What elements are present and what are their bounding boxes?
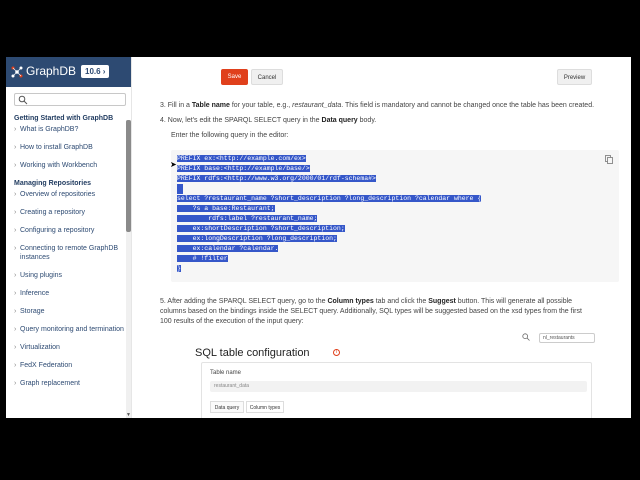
step-5-line-2: columns based on the bindings inside the…	[160, 308, 582, 315]
code-line: ?s a base:Restaurant;	[177, 204, 481, 214]
sql-config-card: Table name restaurant_data Data query Co…	[201, 362, 592, 418]
version-selector[interactable]: 10.6 ›	[81, 65, 110, 78]
repository-chip: nl_restaurants	[539, 333, 595, 343]
code-block[interactable]: PREFIX ex:<http://example.com/ex> PREFIX …	[171, 150, 619, 282]
code-line-text: select ?restaurant_name ?short_descripti…	[177, 195, 482, 202]
step-3-italic: restaurant_data	[292, 102, 342, 109]
step-4-bold: Data query	[321, 117, 358, 124]
code-line: }	[177, 264, 481, 274]
preview-button[interactable]: Preview	[557, 69, 592, 85]
copy-icon[interactable]	[605, 155, 613, 164]
sidebar-item[interactable]: Virtualization	[14, 343, 126, 352]
sidebar-item[interactable]: Overview of repositories	[14, 190, 126, 199]
sidebar-item[interactable]: Configuring a repository	[14, 226, 126, 235]
sql-config-title: SQL table configuration	[195, 347, 310, 359]
code-line-text: ex:longDescription ?long_description;	[177, 235, 337, 242]
search-box[interactable]	[14, 93, 126, 106]
code-line-text: ?s a base:Restaurant;	[177, 205, 275, 212]
code-line: ex:longDescription ?long_description;	[177, 234, 481, 244]
sidebar-item[interactable]: What is GraphDB?	[14, 125, 126, 134]
sidebar-section-title[interactable]: Getting Started with GraphDB	[14, 114, 126, 123]
step-5-bold-2: Suggest	[428, 298, 456, 305]
step-4-suffix: body.	[357, 117, 377, 124]
table-name-label: Table name	[210, 370, 242, 376]
step-5-text: 5. After adding the SPARQL SELECT query,…	[160, 297, 630, 327]
code-line: ex:calendar ?calendar.	[177, 244, 481, 254]
brand-header: GraphDB 10.6 ›	[6, 57, 131, 87]
sidebar-item[interactable]: Connecting to remote GraphDB instances	[14, 244, 126, 262]
code-line-text: PREFIX rdfs:<http://www.w3.org/2000/01/r…	[177, 175, 376, 182]
code-line: PREFIX ex:<http://example.com/ex>	[177, 154, 481, 164]
step-5-bold-1: Column types	[327, 298, 374, 305]
code-line: PREFIX base:<http://example/base/>	[177, 164, 481, 174]
step-3-text: 3. Fill in a Table name for your table, …	[160, 101, 630, 111]
save-button[interactable]: Save	[221, 69, 248, 85]
code-line-text: ex:calendar ?calendar.	[177, 245, 279, 252]
code-line-text: PREFIX ex:<http://example.com/ex>	[177, 155, 306, 162]
sidebar-item[interactable]: Inference	[14, 289, 126, 298]
sidebar-scrollbar[interactable]: ▼	[126, 120, 131, 418]
code-line-text	[177, 184, 183, 194]
step-5-prefix: 5. After adding the SPARQL SELECT query,…	[160, 298, 328, 305]
step-3-bold: Table name	[191, 102, 230, 109]
sidebar-item[interactable]: Storage	[14, 307, 126, 316]
code-line-text: rdfs:label ?restaurant_name;	[177, 215, 318, 222]
app-window: GraphDB 10.6 › Getting Started with Grap…	[6, 57, 631, 418]
step-3-mid: for your table, e.g.,	[229, 102, 293, 109]
code-line-text: PREFIX base:<http://example/base/>	[177, 165, 310, 172]
scrollbar-thumb[interactable]	[126, 120, 131, 232]
code-editor[interactable]: PREFIX ex:<http://example.com/ex> PREFIX …	[177, 154, 482, 274]
sidebar-item[interactable]: Working with Workbench	[14, 161, 126, 170]
code-line	[177, 184, 481, 194]
cancel-button[interactable]: Cancel	[251, 69, 283, 85]
tab-column-types: Column types	[246, 401, 284, 413]
info-icon: i	[333, 349, 340, 356]
sidebar-nav: Getting Started with GraphDB What is Grap…	[14, 114, 126, 397]
search-input[interactable]	[29, 94, 124, 105]
scroll-down-icon[interactable]: ▼	[126, 412, 131, 418]
code-line-text: ex:shortDescription ?short_description;	[177, 225, 345, 232]
step-5-line-3: 100 results of the execution of the inpu…	[160, 318, 304, 325]
code-line-text: }	[177, 265, 181, 272]
step-3-prefix: 3. Fill in a	[160, 102, 192, 109]
sql-search-icon	[522, 333, 530, 341]
graphdb-logo-icon	[11, 66, 23, 78]
sidebar-item[interactable]: How to install GraphDB	[14, 143, 126, 152]
sidebar-item[interactable]: Using plugins	[14, 271, 126, 280]
code-line-text: # !filter	[177, 255, 228, 262]
code-line: rdfs:label ?restaurant_name;	[177, 214, 481, 224]
code-line: ex:shortDescription ?short_description;	[177, 224, 481, 234]
code-line: PREFIX rdfs:<http://www.w3.org/2000/01/r…	[177, 174, 481, 184]
step-4-text: 4. Now, let's edit the SPARQL SELECT que…	[160, 116, 630, 126]
sidebar-item[interactable]: Creating a repository	[14, 208, 126, 217]
step-5-line-1-suffix: button. This will generate all possible	[455, 298, 573, 305]
search-icon	[18, 95, 28, 105]
step-3-suffix: . This field is mandatory and cannot be …	[341, 102, 595, 109]
main-content: Save Cancel Preview 3. Fill in a Table n…	[135, 57, 631, 418]
mouse-cursor-icon: ➤	[170, 160, 177, 169]
sidebar-section-title[interactable]: Managing Repositories	[14, 179, 126, 188]
tab-data-query: Data query	[210, 401, 244, 413]
sidebar-item[interactable]: Query monitoring and termination	[14, 325, 126, 334]
sidebar: GraphDB 10.6 › Getting Started with Grap…	[6, 57, 132, 418]
step-4-sub: Enter the following query in the editor:	[171, 132, 289, 139]
sidebar-item[interactable]: FedX Federation	[14, 361, 126, 370]
app-name: GraphDB	[26, 64, 77, 78]
table-name-field: restaurant_data	[210, 381, 587, 392]
step-4-prefix: 4. Now, let's edit the SPARQL SELECT que…	[160, 117, 322, 124]
code-line: select ?restaurant_name ?short_descripti…	[177, 194, 482, 204]
sidebar-item[interactable]: Graph replacement	[14, 379, 126, 388]
code-line: # !filter	[177, 254, 481, 264]
step-5-mid: tab and click the	[373, 298, 429, 305]
